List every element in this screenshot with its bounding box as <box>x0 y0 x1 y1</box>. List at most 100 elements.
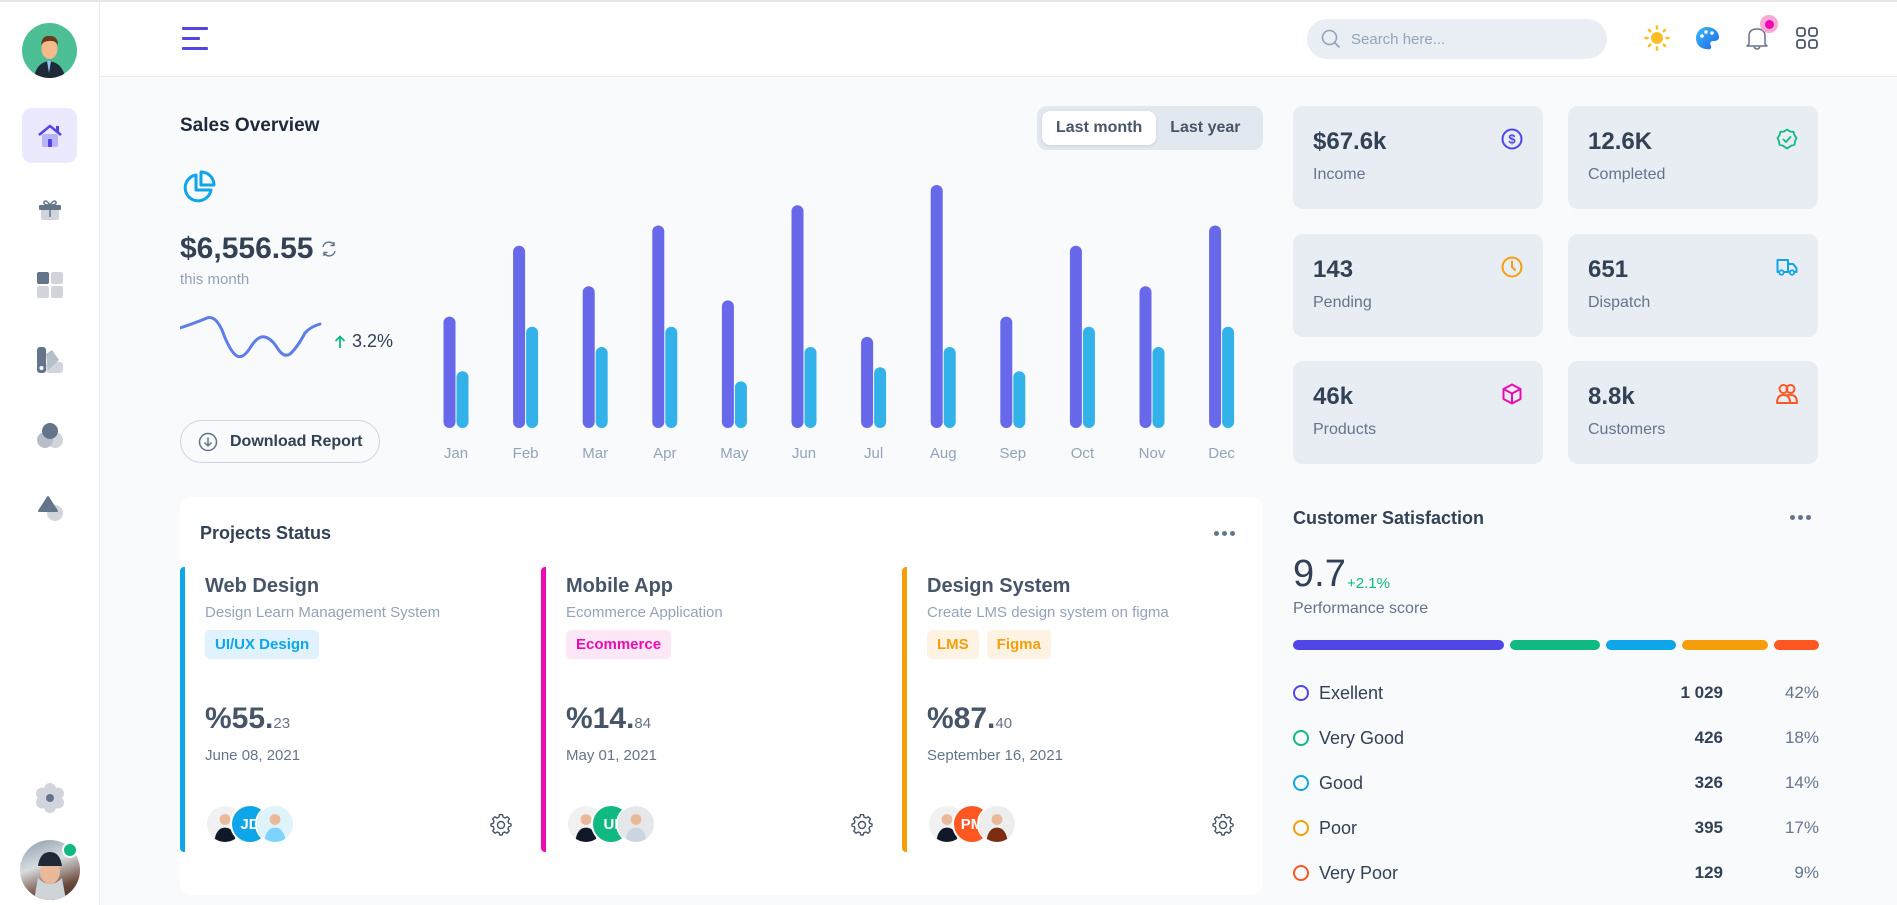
project-title: Mobile App <box>566 575 674 597</box>
apps-button[interactable] <box>1794 25 1820 51</box>
stat-value: 12.6K <box>1588 128 1653 155</box>
stat-card-completed[interactable]: 12.6K Completed <box>1568 106 1818 209</box>
bar-may-series-1[interactable] <box>721 300 734 428</box>
member-avatar[interactable] <box>977 804 1017 844</box>
project-settings-button[interactable] <box>490 813 512 841</box>
bar-nov-series-2[interactable] <box>1152 347 1165 428</box>
bar-jan-series-1[interactable] <box>443 316 456 428</box>
bar-nov-series-1[interactable] <box>1139 286 1152 428</box>
bar-sep-series-2[interactable] <box>1013 371 1026 428</box>
project-tag[interactable]: LMS <box>927 630 979 659</box>
last-month-button[interactable]: Last month <box>1042 111 1157 145</box>
project-tag[interactable]: Ecommerce <box>566 630 672 659</box>
project-card[interactable]: Web Design Design Learn Management Syste… <box>180 567 530 852</box>
search-input[interactable] <box>1351 30 1581 48</box>
project-progress-decimal: 40 <box>995 715 1013 732</box>
performance-delta: +2.1% <box>1347 575 1390 592</box>
notification-badge <box>1760 15 1778 33</box>
stat-card-dispatch[interactable]: 651 Dispatch <box>1568 234 1818 337</box>
member-avatar[interactable] <box>255 804 295 844</box>
project-progress-decimal: 23 <box>273 715 291 732</box>
project-members: JD <box>205 804 295 844</box>
bar-apr-series-2[interactable] <box>665 326 678 428</box>
last-year-button[interactable]: Last year <box>1156 111 1254 145</box>
settings-icon <box>490 813 512 836</box>
sidebar-item-gifts[interactable] <box>22 182 77 237</box>
project-progress-decimal: 84 <box>634 715 652 732</box>
project-card[interactable]: Design System Create LMS design system o… <box>902 567 1252 852</box>
sales-overview-title: Sales Overview <box>180 115 320 136</box>
satisfaction-count: 1 029 <box>1680 683 1723 702</box>
bar-jul-series-1[interactable] <box>861 336 874 428</box>
project-settings-button[interactable] <box>1212 813 1234 841</box>
stat-card-customers[interactable]: 8.8k Customers <box>1568 361 1818 464</box>
bar-apr-series-1[interactable] <box>652 225 665 429</box>
bar-jun-series-1[interactable] <box>791 205 804 428</box>
project-settings-button[interactable] <box>851 813 873 841</box>
stat-value: 143 <box>1313 256 1354 283</box>
member-avatar[interactable] <box>616 804 656 844</box>
menu-icon-line <box>182 37 200 40</box>
bar-mar-series-2[interactable] <box>595 347 608 428</box>
stat-label: Completed <box>1588 166 1666 183</box>
sidebar-item-home[interactable] <box>22 108 77 163</box>
bar-oct-series-2[interactable] <box>1082 326 1095 428</box>
sidebar-item-swatches[interactable] <box>22 332 77 387</box>
project-tags: Ecommerce <box>566 630 672 659</box>
sidebar-item-shapes[interactable] <box>22 407 77 462</box>
bar-jan-series-2[interactable] <box>456 371 469 428</box>
project-tag[interactable]: UI/UX Design <box>205 630 320 659</box>
sidebar-item-components[interactable] <box>22 480 77 535</box>
distribution-segment-poor <box>1682 640 1768 650</box>
project-card[interactable]: Mobile App Ecommerce Application Ecommer… <box>541 567 891 852</box>
x-tick-label: Apr <box>653 445 676 462</box>
sidebar-item-dashboard[interactable] <box>22 257 77 312</box>
satisfaction-label: Poor <box>1319 817 1358 838</box>
download-report-button[interactable]: Download Report <box>180 420 380 463</box>
bar-jun-series-2[interactable] <box>804 347 817 428</box>
theme-toggle-button[interactable] <box>1644 25 1670 51</box>
bar-feb-series-1[interactable] <box>513 245 526 428</box>
bar-dec-series-1[interactable] <box>1209 225 1222 429</box>
satisfaction-more-button[interactable] <box>1790 515 1811 520</box>
bar-oct-series-1[interactable] <box>1069 245 1082 428</box>
home-icon <box>37 124 62 147</box>
stat-card-products[interactable]: 46k Products <box>1293 361 1543 464</box>
bar-feb-series-2[interactable] <box>526 326 539 428</box>
satisfaction-count: 326 <box>1694 773 1723 792</box>
refresh-icon[interactable] <box>320 240 338 263</box>
bar-aug-series-2[interactable] <box>943 347 956 428</box>
shapes-icon <box>37 495 63 521</box>
download-report-label: Download Report <box>230 432 363 450</box>
brand-avatar[interactable] <box>22 23 77 78</box>
stat-card-pending[interactable]: 143 Pending <box>1293 234 1543 337</box>
sales-amount: $6,556.55 <box>180 232 314 265</box>
bar-may-series-2[interactable] <box>734 381 747 428</box>
sun-icon <box>1644 25 1670 51</box>
clock-icon <box>1501 256 1523 283</box>
settings-icon <box>851 813 873 836</box>
satisfaction-percent: 9% <box>1794 863 1819 882</box>
distribution-segment-good <box>1606 640 1677 650</box>
bar-jul-series-2[interactable] <box>874 367 887 428</box>
menu-toggle-button[interactable] <box>182 27 208 51</box>
sidebar-item-settings[interactable] <box>22 770 77 825</box>
project-tags: UI/UX Design <box>205 630 320 659</box>
bar-dec-series-2[interactable] <box>1222 326 1235 428</box>
settings-icon <box>35 782 64 813</box>
legend-circle-icon <box>1293 685 1309 701</box>
satisfaction-label: Good <box>1319 772 1364 793</box>
bar-sep-series-1[interactable] <box>1000 316 1013 428</box>
stat-card-income[interactable]: $67.6k Income $ <box>1293 106 1543 209</box>
satisfaction-label: Very Poor <box>1319 862 1399 883</box>
satisfaction-label: Exellent <box>1319 682 1384 703</box>
bar-mar-series-1[interactable] <box>582 286 595 428</box>
legend-circle-icon <box>1293 865 1309 881</box>
projects-more-button[interactable] <box>1214 531 1235 536</box>
project-tag[interactable]: Figma <box>986 630 1051 659</box>
palette-button[interactable] <box>1694 25 1720 51</box>
bar-aug-series-1[interactable] <box>930 185 943 428</box>
legend-circle-icon <box>1293 820 1309 836</box>
x-tick-label: Jul <box>864 445 883 462</box>
search-bar[interactable] <box>1307 19 1607 59</box>
